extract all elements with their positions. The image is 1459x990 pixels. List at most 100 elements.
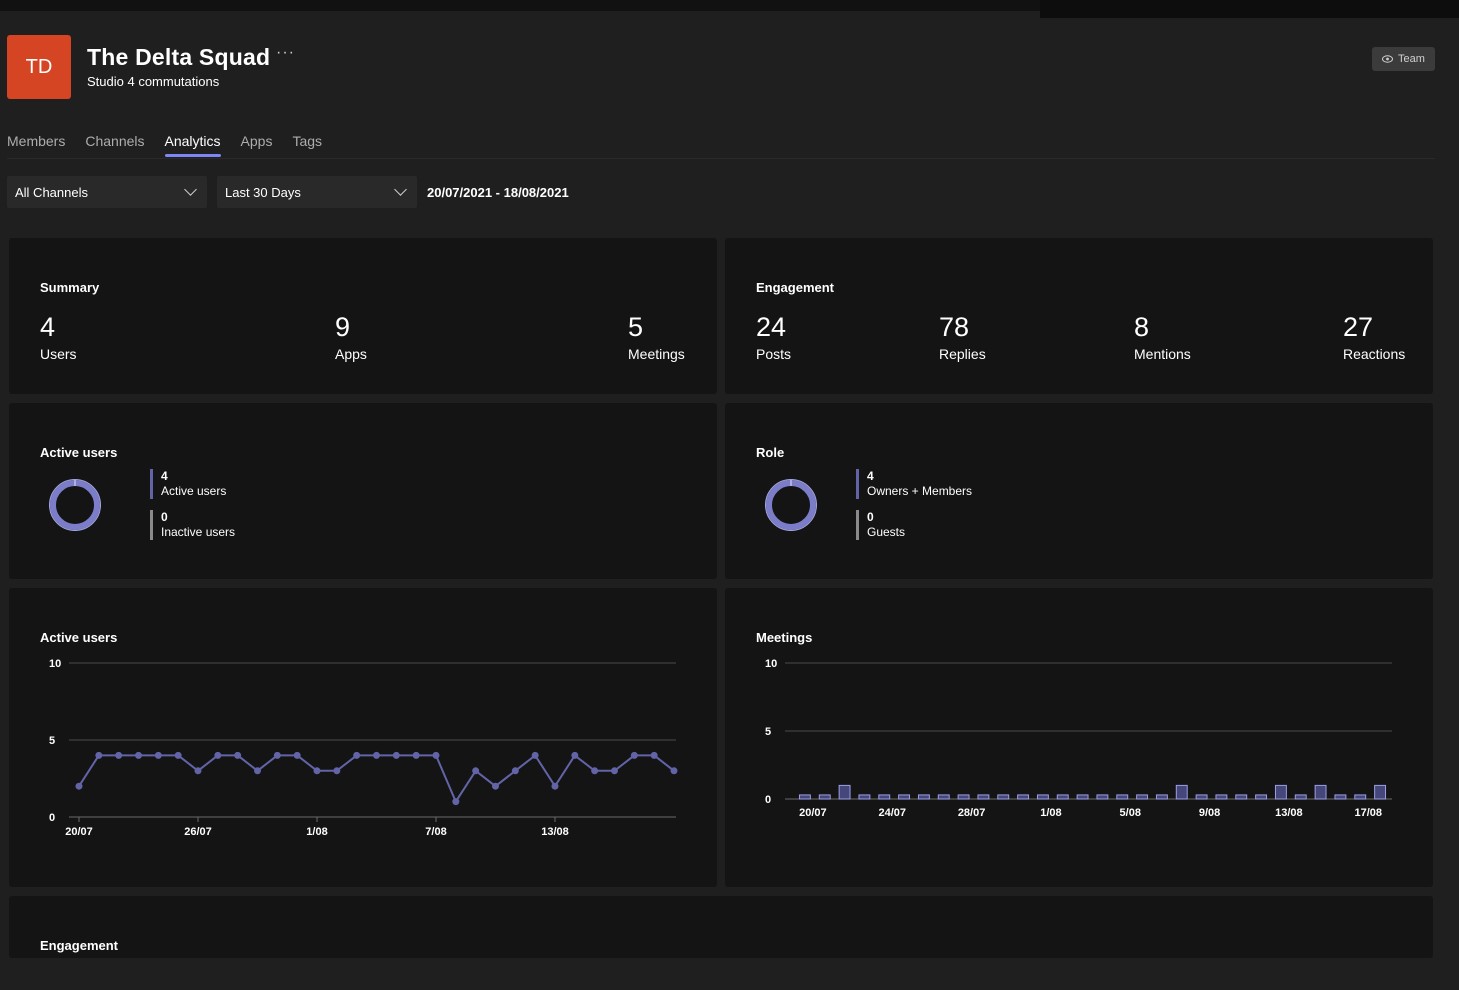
legend-value: 4 xyxy=(161,469,168,483)
y-tick-label: 5 xyxy=(49,735,55,747)
meeting-bar xyxy=(1255,794,1268,800)
engagement-stat-posts: 24 Posts xyxy=(756,312,791,362)
team-avatar: TD xyxy=(7,35,71,99)
stat-value: 5 xyxy=(628,312,644,342)
meeting-bar xyxy=(1056,794,1069,800)
x-tick-label: 7/08 xyxy=(425,826,446,838)
engagement-section-title: Engagement xyxy=(40,938,119,953)
date-range-label: 20/07/2021 - 18/08/2021 xyxy=(427,185,569,200)
data-point xyxy=(75,782,83,790)
tab-channels[interactable]: Channels xyxy=(85,133,144,155)
active-users-donut-title: Active users xyxy=(40,445,118,460)
data-point xyxy=(432,751,440,759)
legend-inactive-users: 0 Inactive users xyxy=(150,510,235,540)
x-tick-label: 26/07 xyxy=(184,826,212,838)
more-options-icon[interactable]: ··· xyxy=(276,44,295,62)
data-point xyxy=(254,767,261,775)
legend-value: 0 xyxy=(161,510,168,524)
data-point xyxy=(353,751,361,759)
meeting-bar xyxy=(878,794,891,800)
meeting-bar xyxy=(1017,794,1030,800)
data-point xyxy=(373,751,380,759)
role-donut-card: Role 4 Owners + Members 0 Guests xyxy=(725,403,1433,579)
stat-value: 8 xyxy=(1134,312,1150,342)
meeting-bar xyxy=(798,794,811,800)
stat-value: 9 xyxy=(335,312,351,342)
tab-analytics[interactable]: Analytics xyxy=(164,133,221,157)
meeting-bar xyxy=(1155,794,1168,800)
x-tick-label: 24/07 xyxy=(878,807,906,819)
legend-label: Guests xyxy=(867,525,906,539)
meetings-chart-card: Meetings 0 5 10 20/07 24/07 28/07 1/08 5/08 9/08… xyxy=(725,588,1433,887)
data-point xyxy=(214,751,222,759)
meeting-bar xyxy=(1036,794,1049,800)
data-point xyxy=(531,751,539,759)
stat-label: Mentions xyxy=(1134,346,1191,362)
tab-tags[interactable]: Tags xyxy=(292,133,322,155)
active-users-donut-card: Active users 4 Active users 0 Inactive u… xyxy=(9,403,717,579)
data-point xyxy=(511,767,519,775)
team-visibility-button[interactable]: Team xyxy=(1372,47,1435,71)
active-users-chart-card: Active users 0 5 10 20/07 26/07 1/08 7/08 13/08 xyxy=(9,588,717,887)
y-tick-label: 0 xyxy=(49,812,55,824)
legend-label: Owners + Members xyxy=(867,484,973,498)
team-name: The Delta Squad xyxy=(87,44,271,70)
data-point xyxy=(571,751,579,759)
x-tick-label: 9/08 xyxy=(1199,807,1220,819)
meeting-bar xyxy=(997,794,1010,800)
page-bottom xyxy=(0,958,1459,990)
meeting-bar xyxy=(1076,794,1089,800)
data-point xyxy=(551,782,559,790)
titlebar-strip xyxy=(0,0,1040,11)
data-point xyxy=(135,751,142,759)
stat-value: 27 xyxy=(1343,312,1374,342)
tab-apps[interactable]: Apps xyxy=(241,133,273,155)
x-tick-label: 28/07 xyxy=(958,807,986,819)
data-point xyxy=(95,751,103,759)
summary-stat-apps: 9 Apps xyxy=(335,312,367,362)
meeting-bar xyxy=(1334,794,1347,800)
x-tick-label: 13/08 xyxy=(541,826,569,838)
meeting-bar xyxy=(1195,794,1208,800)
x-tick-label: 13/08 xyxy=(1275,807,1303,819)
meeting-bar xyxy=(937,794,950,800)
data-point xyxy=(333,767,341,775)
meeting-bar xyxy=(1314,784,1327,800)
y-tick-label: 0 xyxy=(765,794,771,806)
engagement-title: Engagement xyxy=(756,280,835,295)
data-point xyxy=(293,751,301,759)
stat-label: Reactions xyxy=(1343,346,1406,362)
data-point xyxy=(174,751,182,759)
engagement-card: Engagement 24 Posts 78 Replies 8 Mention… xyxy=(725,238,1433,394)
y-tick-label: 10 xyxy=(49,658,61,670)
meeting-bar xyxy=(1294,794,1307,800)
data-point xyxy=(234,751,242,759)
active-users-donut xyxy=(49,479,101,531)
chevron-down-icon xyxy=(394,183,407,196)
period-filter-dropdown[interactable]: Last 30 Days xyxy=(217,176,417,208)
chevron-down-icon xyxy=(184,183,197,196)
titlebar-controls xyxy=(1040,0,1459,18)
data-point xyxy=(154,751,162,759)
legend-value: 4 xyxy=(867,469,874,483)
channel-filter-value: All Channels xyxy=(15,184,88,200)
tab-members[interactable]: Members xyxy=(7,133,65,155)
meeting-bar xyxy=(957,794,970,800)
tab-bar: Members Channels Analytics Apps Tags xyxy=(7,133,342,157)
stat-label: Apps xyxy=(335,346,367,362)
summary-stat-meetings: 5 Meetings xyxy=(628,312,685,362)
donut-outline xyxy=(49,479,101,531)
meeting-bar xyxy=(917,794,930,800)
stat-value: 4 xyxy=(40,312,56,342)
summary-stat-users: 4 Users xyxy=(40,312,77,362)
legend-guests: 0 Guests xyxy=(856,510,905,540)
summary-title: Summary xyxy=(40,280,100,295)
engagement-stat-replies: 78 Replies xyxy=(939,312,986,362)
data-point xyxy=(194,767,202,775)
active-users-line-chart: 0 5 10 20/07 26/07 1/08 7/08 13/08 xyxy=(49,658,678,838)
meeting-bar xyxy=(1096,794,1109,800)
data-point xyxy=(313,767,321,775)
meeting-bar xyxy=(1116,794,1129,800)
meeting-bar xyxy=(1136,794,1149,800)
channel-filter-dropdown[interactable]: All Channels xyxy=(7,176,207,208)
